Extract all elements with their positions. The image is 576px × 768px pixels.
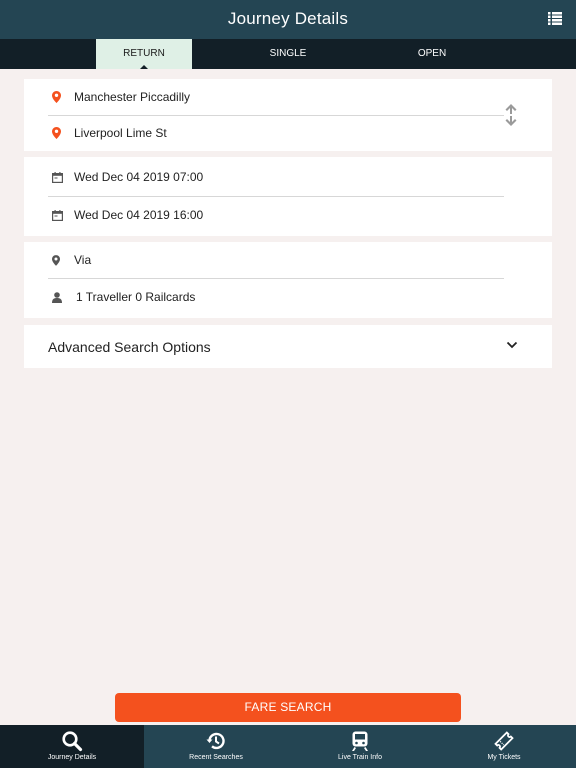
from-station-label: Manchester Piccadilly <box>74 90 191 104</box>
travellers-label: 1 Traveller 0 Railcards <box>76 290 196 304</box>
tab-return[interactable]: RETURN <box>96 39 192 69</box>
swap-arrows-icon[interactable] <box>504 103 518 127</box>
via-field[interactable]: Via <box>48 242 504 278</box>
nav-label: Recent Searches <box>189 754 243 761</box>
nav-label: Live Train Info <box>338 754 382 761</box>
page-title: Journey Details <box>227 9 349 28</box>
map-pin-icon <box>52 90 74 104</box>
header-bar: Journey Details <box>0 0 576 39</box>
journey-type-tabs: RETURN SINGLE OPEN <box>0 39 576 69</box>
bottom-nav: Journey Details Recent Searches Live Tra… <box>0 725 576 768</box>
tab-open[interactable]: OPEN <box>384 39 480 69</box>
list-icon[interactable] <box>548 12 562 25</box>
nav-journey-details[interactable]: Journey Details <box>0 725 144 768</box>
nav-label: My Tickets <box>487 754 521 761</box>
map-pin-icon <box>52 126 74 140</box>
stations-card: Manchester Piccadilly Liverpool Lime St <box>24 79 552 151</box>
nav-my-tickets[interactable]: My Tickets <box>432 725 576 768</box>
chevron-down-icon[interactable] <box>506 340 518 350</box>
from-station-field[interactable]: Manchester Piccadilly <box>48 79 504 115</box>
dates-card: Wed Dec 04 2019 07:00 Wed Dec 04 2019 16… <box>24 157 552 236</box>
fare-search-button[interactable]: FARE SEARCH <box>115 693 461 722</box>
options-card: Via 1 Traveller 0 Railcards <box>24 242 552 318</box>
ticket-icon <box>494 731 514 751</box>
return-date-label: Wed Dec 04 2019 16:00 <box>74 208 204 222</box>
outbound-date-label: Wed Dec 04 2019 07:00 <box>74 170 204 184</box>
nav-recent-searches[interactable]: Recent Searches <box>144 725 288 768</box>
advanced-options-panel[interactable]: Advanced Search Options <box>24 325 552 368</box>
outbound-date-field[interactable]: Wed Dec 04 2019 07:00 <box>48 159 504 195</box>
advanced-options-label: Advanced Search Options <box>48 339 211 355</box>
history-icon <box>206 732 225 750</box>
nav-label: Journey Details <box>47 754 97 761</box>
via-label: Via <box>74 253 92 267</box>
to-station-label: Liverpool Lime St <box>74 126 167 140</box>
person-icon <box>52 290 76 304</box>
nav-live-train-info[interactable]: Live Train Info <box>288 725 432 768</box>
train-icon <box>352 731 368 751</box>
map-pin-icon <box>52 253 74 267</box>
travellers-field[interactable]: 1 Traveller 0 Railcards <box>48 279 504 315</box>
tab-single[interactable]: SINGLE <box>240 39 336 69</box>
calendar-icon <box>52 170 74 184</box>
calendar-icon <box>52 208 74 222</box>
search-icon <box>62 731 83 752</box>
return-date-field[interactable]: Wed Dec 04 2019 16:00 <box>48 197 504 233</box>
to-station-field[interactable]: Liverpool Lime St <box>48 115 504 151</box>
